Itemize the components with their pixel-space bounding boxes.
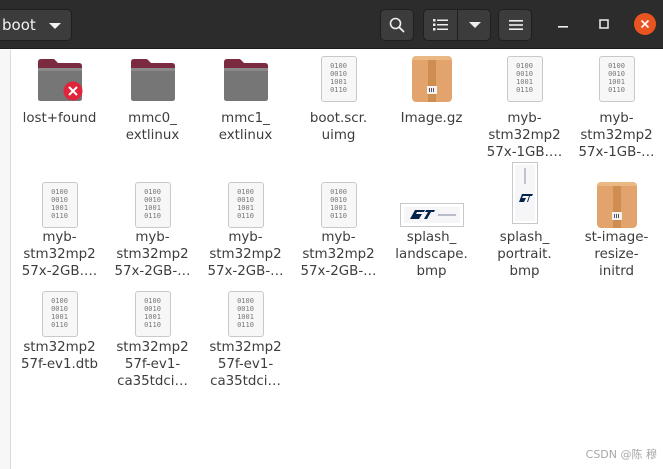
file-name: splash_ landscape. bmp — [395, 230, 468, 279]
file-name: splash_ portrait. bmp — [497, 230, 552, 279]
path-bar-button[interactable]: boot — [0, 9, 72, 41]
folder-icon — [223, 59, 268, 101]
file-name: boot.scr. uimg — [309, 111, 368, 143]
file-name: myb- stm32mp2 57x-1GB-… — [578, 111, 655, 160]
file-name: st-image- resize- initrd — [584, 230, 649, 279]
file-name: stm32mp2 57f-ev1.dtb — [20, 340, 99, 372]
search-button[interactable] — [380, 9, 414, 41]
file-name: Image.gz — [400, 111, 463, 126]
file-name: mmc0_ extlinux — [125, 111, 180, 143]
chevron-down-icon — [469, 22, 481, 28]
binary-file-icon: 0100 0010 1001 0110 — [506, 56, 543, 102]
binary-file-icon: 0100 0010 1001 0110 — [41, 182, 78, 228]
image-file-icon — [511, 162, 538, 224]
minimize-icon — [558, 26, 568, 28]
folder-icon — [130, 59, 175, 101]
file-name: myb- stm32mp2 57x-2GB-… — [300, 230, 377, 279]
binary-file-icon: 0100 0010 1001 0110 — [227, 291, 264, 337]
watermark: CSDN @陈 穆 — [585, 448, 657, 461]
close-button[interactable] — [634, 13, 656, 35]
binary-file-icon: 0100 0010 1001 0110 — [134, 291, 171, 337]
archive-icon — [411, 56, 452, 102]
file-grid: lost+found mmc0_ extlinux mmc1_ extlinux… — [11, 50, 663, 469]
file-name: stm32mp2 57f-ev1- ca35tdci… — [209, 340, 282, 389]
image-file-icon — [399, 203, 464, 227]
search-icon — [389, 17, 405, 33]
view-toggle-group — [423, 9, 491, 41]
sidebar-edge — [0, 50, 11, 469]
broken-link-emblem-icon — [63, 81, 83, 101]
maximize-button[interactable] — [593, 13, 615, 35]
list-view-button[interactable] — [424, 10, 458, 40]
minimize-button[interactable] — [552, 13, 574, 35]
file-name: stm32mp2 57f-ev1- ca35tdci… — [116, 340, 189, 389]
binary-file-icon: 0100 0010 1001 0110 — [41, 291, 78, 337]
binary-file-icon: 0100 0010 1001 0110 — [598, 56, 635, 102]
maximize-icon — [599, 19, 609, 29]
archive-icon — [596, 182, 637, 228]
path-bar-label: boot — [2, 16, 36, 34]
menu-button[interactable] — [498, 9, 532, 41]
file-name: myb- stm32mp2 57x-2GB.… — [21, 230, 98, 279]
file-name: mmc1_ extlinux — [218, 111, 273, 143]
headerbar: boot — [0, 0, 663, 49]
file-name: myb- stm32mp2 57x-1GB.… — [486, 111, 563, 160]
view-options-button[interactable] — [459, 10, 491, 40]
binary-file-icon: 0100 0010 1001 0110 — [320, 182, 357, 228]
binary-file-icon: 0100 0010 1001 0110 — [227, 182, 264, 228]
binary-file-icon: 0100 0010 1001 0110 — [134, 182, 171, 228]
close-icon — [640, 19, 650, 29]
hamburger-menu-icon — [509, 20, 523, 30]
file-name: myb- stm32mp2 57x-2GB-… — [207, 230, 284, 279]
file-name: lost+found — [22, 111, 97, 126]
binary-file-icon: 0100 0010 1001 0110 — [320, 56, 357, 102]
chevron-down-icon — [49, 23, 61, 29]
file-name: myb- stm32mp2 57x-2GB-… — [114, 230, 191, 279]
list-view-icon — [433, 19, 448, 31]
